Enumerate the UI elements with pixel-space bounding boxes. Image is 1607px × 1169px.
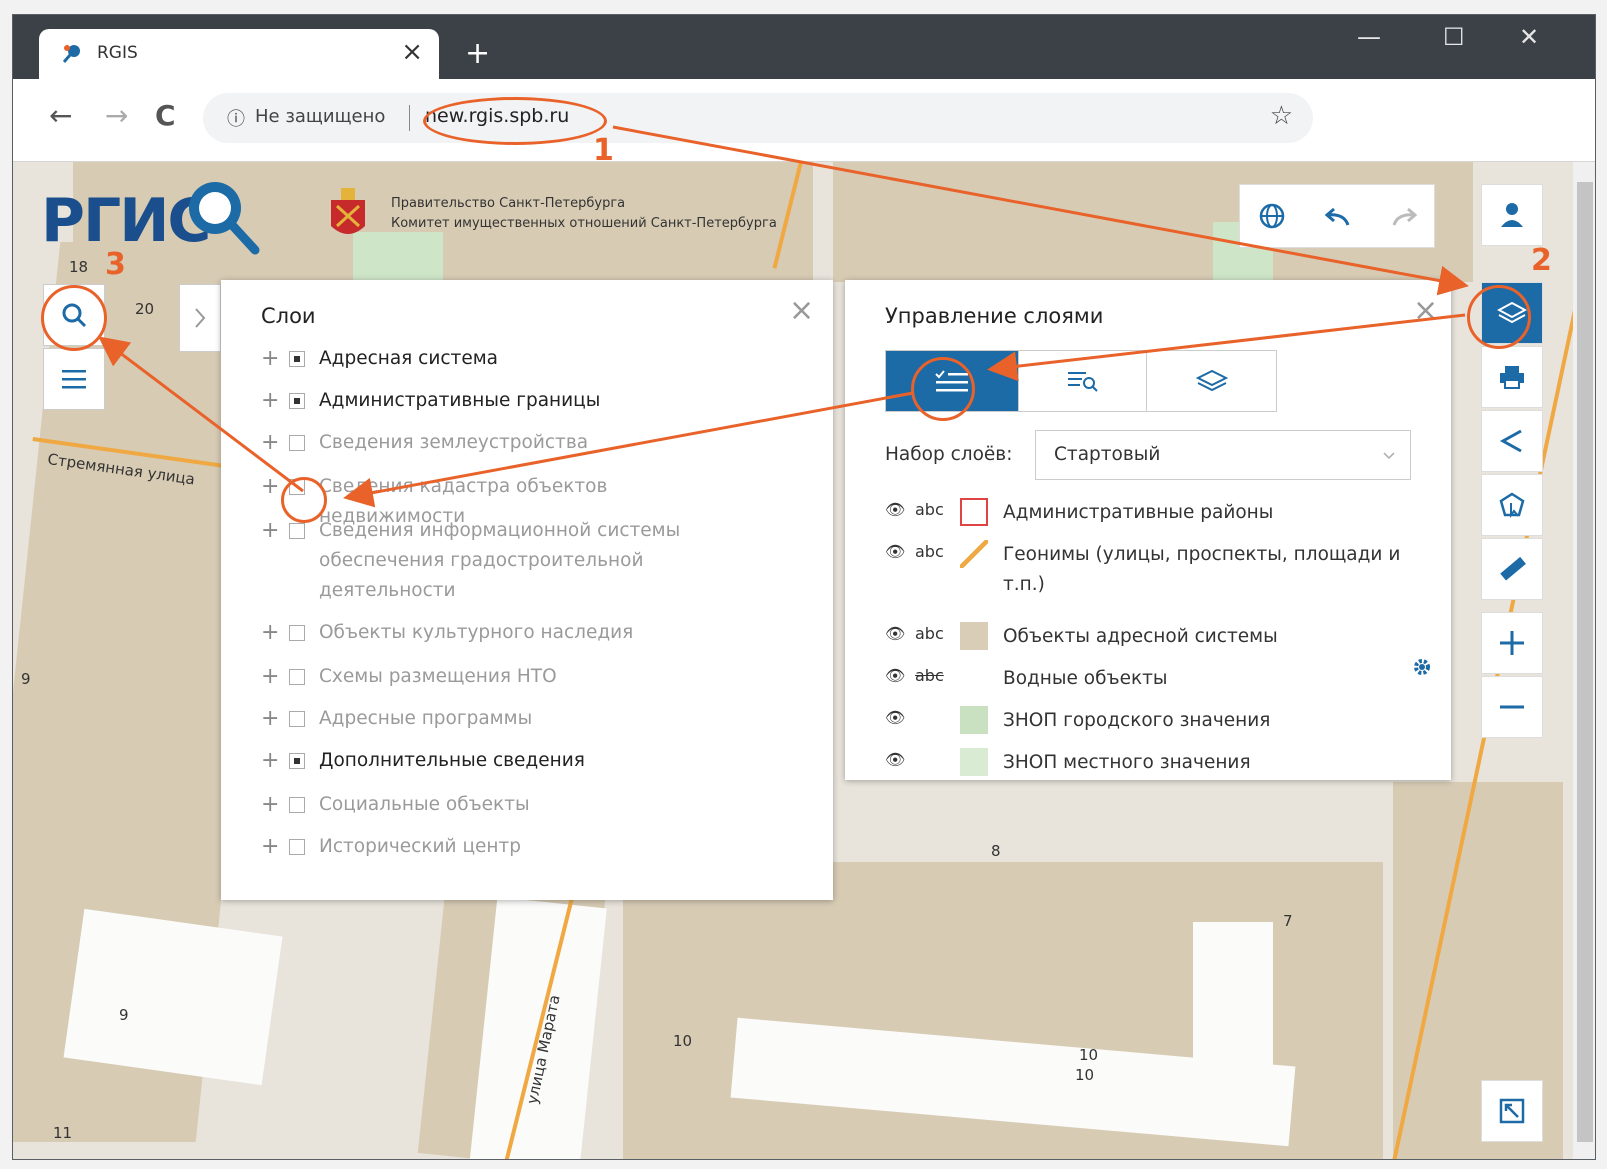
search-highlight	[41, 285, 107, 351]
checkbox-highlight	[281, 477, 327, 523]
annotation-overlay	[98, 125, 1469, 508]
layers-button-highlight	[1467, 285, 1531, 349]
annotation-number: 3	[105, 247, 126, 282]
browser-window: RGIS × + — ☐ ✕ ← → C ⓘ Не защищено new.r…	[12, 14, 1596, 1160]
arrow-checkbox-to-search	[98, 336, 304, 493]
arrow-tab-to-checkbox	[343, 391, 914, 508]
url-highlight-circle	[423, 97, 607, 145]
arrow-2-to-tab	[987, 313, 1466, 382]
arrow-1-to-2	[612, 125, 1469, 296]
annotation-number: 1	[593, 133, 614, 168]
list-tab-highlight	[911, 357, 975, 421]
annotation-number: 2	[1531, 243, 1552, 278]
